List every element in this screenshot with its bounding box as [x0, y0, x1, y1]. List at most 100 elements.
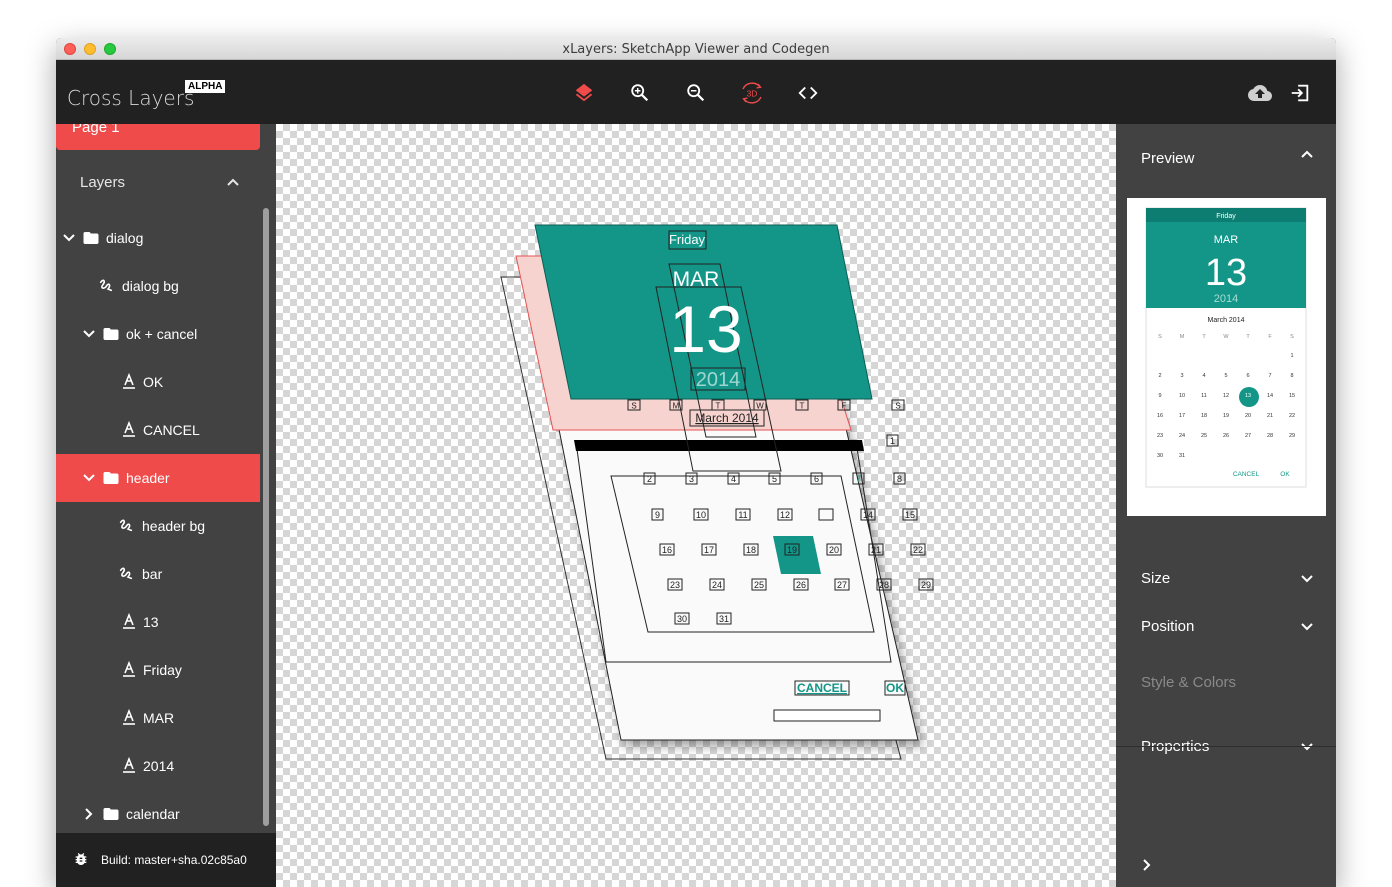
canvas-day: 8: [897, 474, 902, 484]
layer-item[interactable]: calendar: [56, 790, 260, 838]
layer-item[interactable]: CANCEL: [56, 406, 260, 454]
brand-title: Cross Layers: [67, 86, 195, 110]
zoom-in-icon: [631, 84, 649, 102]
layer-item[interactable]: bar: [56, 550, 260, 598]
layer-item[interactable]: 2014: [56, 742, 260, 790]
canvas-weekday: W: [756, 402, 764, 411]
layer-item[interactable]: ok + cancel: [56, 310, 260, 358]
bug-icon: [75, 853, 87, 865]
chevron-down-icon: [1301, 623, 1313, 631]
layer-item-label: 13: [143, 614, 159, 630]
text-layer-icon: [122, 372, 136, 392]
canvas-2014: 2014: [696, 369, 741, 391]
preview-day-cell: 23: [1157, 433, 1163, 439]
preview-day-cell: 11: [1201, 393, 1207, 399]
section-title: Style & Colors: [1141, 674, 1237, 691]
layer-button-bar[interactable]: [773, 709, 881, 722]
preview-day-cell: 26: [1223, 433, 1229, 439]
canvas-day: 27: [837, 580, 847, 590]
preview-dialog: Friday MAR 13 2014 March 2014 SMTWTFS 12…: [1145, 207, 1307, 488]
text-layer-icon: [122, 660, 136, 680]
preview-day-cell: 17: [1179, 413, 1185, 419]
zoom-out-icon: [687, 84, 705, 102]
zoom-in-button[interactable]: [627, 80, 653, 106]
canvas-day: 7: [856, 474, 861, 484]
exit-button[interactable]: [1287, 80, 1313, 106]
canvas-day: 4: [731, 474, 736, 484]
properties-panel: Preview Friday MAR 13 2014 March 2014 SM…: [1116, 124, 1336, 887]
3d-layer-view[interactable]: Friday MAR 13 2014 March 2014 SMTWTFS 12…: [276, 124, 1116, 887]
preview-day-cell: 3: [1180, 373, 1183, 379]
zoom-out-button[interactable]: [683, 80, 709, 106]
preview-day-cell: 29: [1289, 433, 1295, 439]
3d-rotate-icon: 3D: [742, 82, 762, 104]
cloud-upload-button[interactable]: [1247, 80, 1273, 106]
preview-date: 13: [1205, 252, 1247, 294]
preview-day-cell: 7: [1268, 373, 1271, 379]
page-tab[interactable]: Page 1: [56, 124, 260, 150]
preview-day-cell: 16: [1157, 413, 1163, 419]
chevron-right-icon[interactable]: [1140, 858, 1154, 872]
canvas-day: 23: [670, 580, 680, 590]
layer-item[interactable]: Friday: [56, 646, 260, 694]
canvas-day: 24: [712, 580, 722, 590]
preview-day-cell: 31: [1179, 453, 1185, 459]
layer-item[interactable]: MAR: [56, 694, 260, 742]
chevron-down-icon[interactable]: [82, 471, 96, 488]
preview-weekday: S: [1290, 334, 1294, 340]
preview-day-cell: 24: [1179, 433, 1185, 439]
chevron-down-icon: [1301, 575, 1313, 583]
layer-item-label: dialog bg: [122, 278, 179, 294]
preview-ok: OK: [1280, 471, 1290, 478]
preview-day-cell: 6: [1246, 373, 1249, 379]
layer-item-label: MAR: [143, 710, 175, 726]
preview-day-cell: 10: [1179, 393, 1185, 399]
canvas-friday: Friday: [669, 232, 706, 247]
canvas-ok: OK: [886, 681, 904, 695]
section-style-colors: Style & Colors: [1116, 658, 1336, 706]
preview-day-cell: 13: [1245, 393, 1251, 399]
layer-item[interactable]: header bg: [56, 502, 260, 550]
canvas-weekday: T: [800, 402, 805, 411]
preview-section-header[interactable]: Preview: [1116, 134, 1336, 182]
canvas-weekday: T: [716, 402, 721, 411]
section-position[interactable]: Position: [1116, 602, 1336, 650]
preview-year: 2014: [1214, 293, 1238, 305]
layers-panel-header[interactable]: Layers: [56, 164, 260, 200]
layer-item[interactable]: dialog: [56, 214, 260, 262]
layer-item[interactable]: header: [56, 454, 260, 502]
folder-icon: [102, 469, 120, 490]
layers-button[interactable]: [571, 80, 597, 106]
3d-view-button[interactable]: 3D: [739, 80, 765, 106]
preview-day-cell: 25: [1201, 433, 1207, 439]
canvas-day: 16: [662, 545, 672, 555]
canvas-day: 29: [921, 580, 931, 590]
section-size[interactable]: Size: [1116, 554, 1336, 602]
layer-bar[interactable]: [574, 440, 864, 451]
layer-item-label: OK: [143, 374, 164, 390]
chevron-down-icon[interactable]: [62, 231, 76, 248]
preview-weekday: S: [1158, 334, 1162, 340]
preview-day-cell: 30: [1157, 453, 1163, 459]
layer-item-label: 2014: [143, 758, 175, 774]
layer-item-label: CANCEL: [143, 422, 200, 438]
cloud-upload-icon: [1248, 85, 1272, 101]
canvas-weekday: M: [673, 402, 680, 411]
layer-item[interactable]: OK: [56, 358, 260, 406]
layer-item[interactable]: dialog bg: [56, 262, 260, 310]
chevron-down-icon[interactable]: [82, 327, 96, 344]
preview-day-cell: 18: [1201, 413, 1207, 419]
canvas-weekday: S: [631, 402, 636, 411]
chevron-up-icon: [227, 178, 239, 186]
layer-item[interactable]: 13: [56, 598, 260, 646]
sidebar-scrollbar[interactable]: [263, 208, 269, 826]
chevron-right-icon[interactable]: [82, 807, 96, 824]
code-button[interactable]: [795, 80, 821, 106]
folder-icon: [82, 229, 100, 250]
canvas-day: 14: [863, 510, 873, 520]
canvas-day: 10: [696, 510, 706, 520]
chevron-up-icon: [1301, 150, 1313, 158]
preview-day-cell: 19: [1223, 413, 1229, 419]
design-canvas[interactable]: Friday MAR 13 2014 March 2014 SMTWTFS 12…: [276, 124, 1116, 887]
preview-day-cell: 12: [1223, 393, 1229, 399]
